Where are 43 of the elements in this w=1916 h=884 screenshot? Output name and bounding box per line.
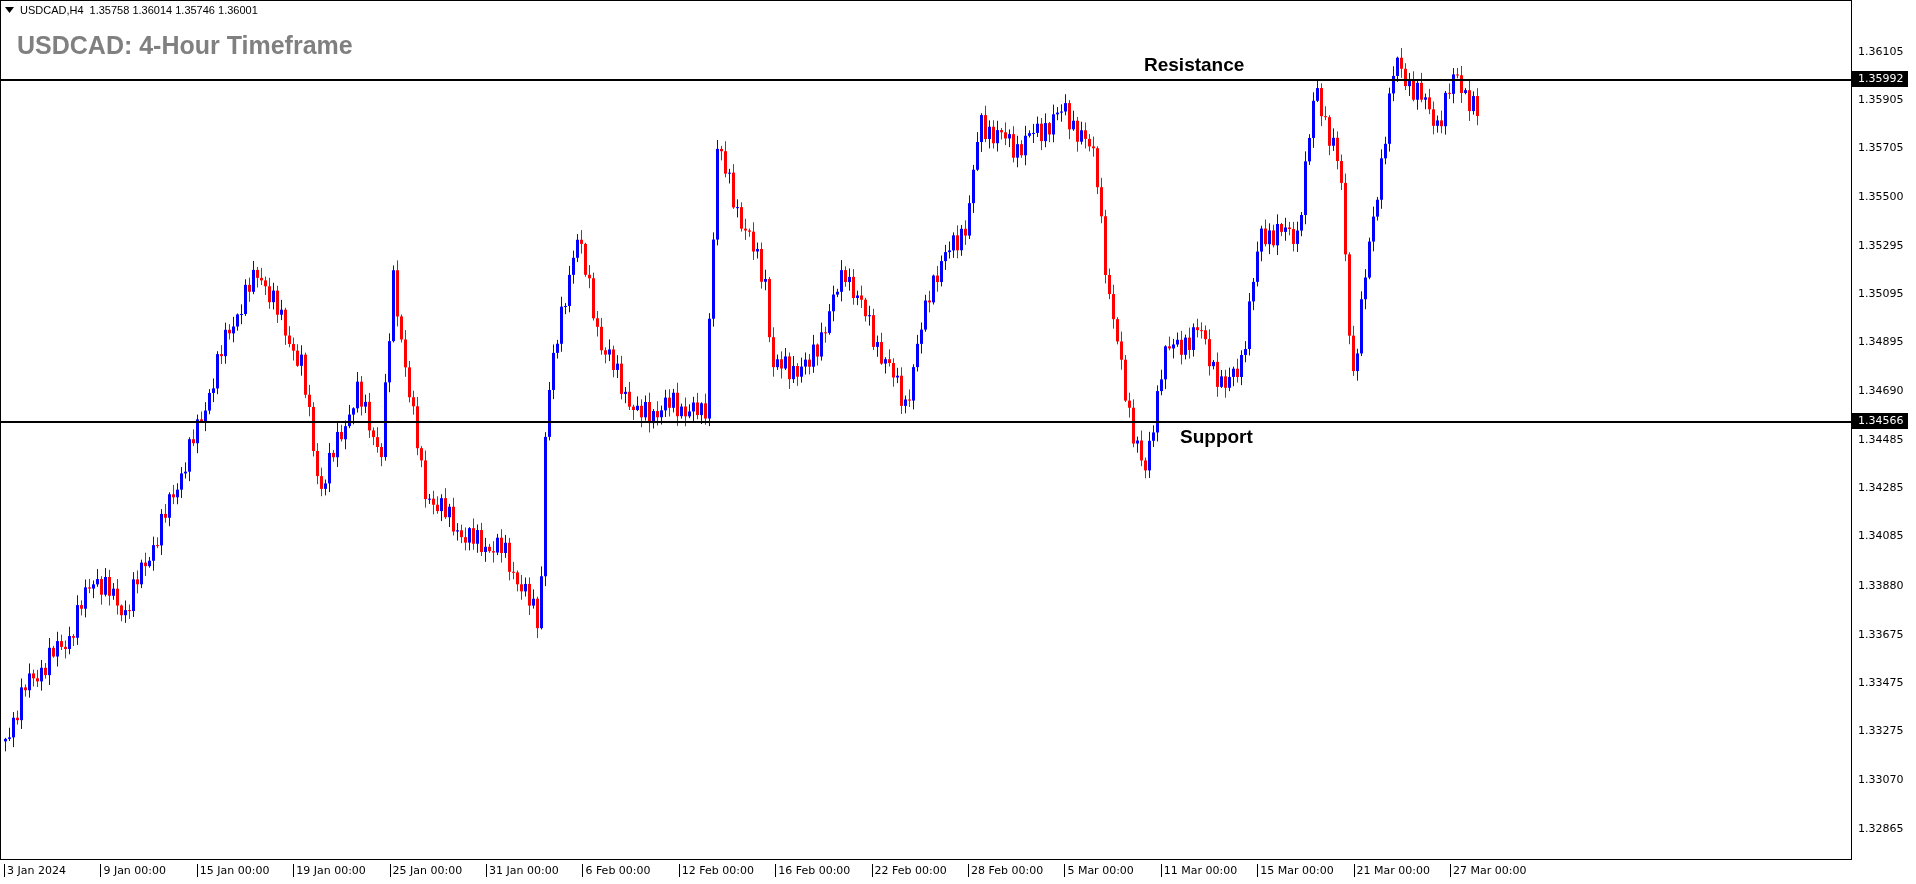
- horizontal-level-line[interactable]: [1, 79, 1851, 82]
- price-tick-label: 1.34085: [1858, 529, 1904, 544]
- dropdown-triangle-icon[interactable]: [5, 7, 14, 13]
- price-marker: 1.35992: [1852, 71, 1908, 88]
- time-tick-label: 16 Feb 00:00: [775, 864, 851, 877]
- time-tick-label: 5 Mar 00:00: [1064, 864, 1134, 877]
- time-tick-label: 9 Jan 00:00: [100, 864, 167, 877]
- price-marker: 1.34566: [1852, 413, 1908, 430]
- time-tick-label: 15 Mar 00:00: [1257, 864, 1334, 877]
- level-label: Support: [1180, 426, 1253, 449]
- price-tick-label: 1.34690: [1858, 384, 1904, 399]
- horizontal-level-line[interactable]: [1, 421, 1851, 424]
- time-tick-label: 22 Feb 00:00: [871, 864, 947, 877]
- level-label: Resistance: [1144, 54, 1245, 77]
- price-tick-label: 1.33070: [1858, 772, 1904, 787]
- symbol-label: USDCAD,H4: [20, 4, 84, 16]
- time-tick-label: 21 Mar 00:00: [1353, 864, 1431, 877]
- price-tick-label: 1.33475: [1858, 675, 1904, 690]
- price-tick-label: 1.35295: [1858, 239, 1904, 254]
- ohlc-values: 1.35758 1.36014 1.35746 1.36001: [89, 4, 258, 16]
- price-tick-label: 1.33880: [1858, 578, 1904, 593]
- time-tick-label: 3 Jan 2024: [4, 864, 66, 877]
- price-tick-label: 1.34485: [1858, 433, 1904, 448]
- price-tick-label: 1.35095: [1858, 287, 1904, 302]
- price-tick-label: 1.32865: [1858, 821, 1904, 836]
- price-tick-label: 1.33275: [1858, 723, 1904, 738]
- price-tick-label: 1.35500: [1858, 190, 1904, 205]
- time-tick-label: 15 Jan 00:00: [196, 864, 270, 877]
- chart-title: USDCAD: 4-Hour Timeframe: [17, 31, 353, 60]
- time-tick-label: 6 Feb 00:00: [582, 864, 651, 877]
- price-tick-label: 1.33675: [1858, 627, 1904, 642]
- time-tick-label: 11 Mar 00:00: [1160, 864, 1238, 877]
- time-tick-label: 19 Jan 00:00: [293, 864, 366, 877]
- time-tick-label: 12 Feb 00:00: [678, 864, 754, 877]
- price-tick-label: 1.36105: [1858, 45, 1904, 59]
- price-tick-label: 1.34285: [1858, 481, 1904, 496]
- price-tick-label: 1.35905: [1858, 92, 1904, 107]
- time-tick-label: 28 Feb 00:00: [968, 864, 1044, 877]
- time-tick-label: 25 Jan 00:00: [389, 864, 463, 877]
- time-tick-label: 27 Mar 00:00: [1450, 864, 1527, 877]
- time-tick-label: 31 Jan 00:00: [486, 864, 559, 877]
- price-tick-label: 1.35705: [1858, 140, 1904, 155]
- price-tick-label: 1.34895: [1858, 335, 1904, 350]
